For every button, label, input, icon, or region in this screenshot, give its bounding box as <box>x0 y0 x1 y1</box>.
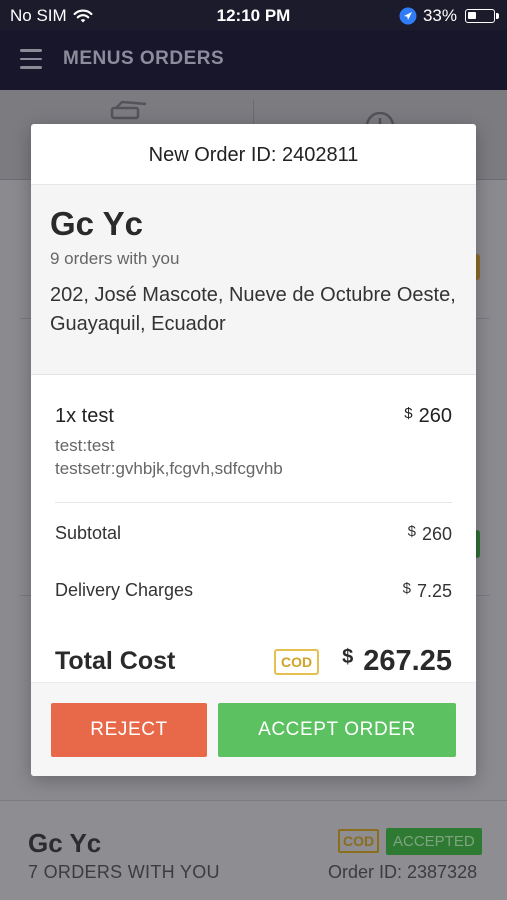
location-icon <box>399 7 417 25</box>
subtotal-row: Subtotal $260 <box>55 503 452 560</box>
app-title: MENUS ORDERS <box>63 48 225 69</box>
delivery-icon <box>110 100 147 120</box>
customer-address: 202, José Mascote, Nueve de Octubre Oest… <box>50 284 456 335</box>
delivery-label: Delivery Charges <box>55 580 194 600</box>
item-title: 1x test <box>55 405 114 427</box>
total-value: $267.25 <box>342 645 452 678</box>
currency-symbol: $ <box>342 646 354 668</box>
subtotal-label: Subtotal <box>55 523 122 543</box>
reject-button[interactable]: REJECT <box>51 703 207 757</box>
total-amount: 267.25 <box>363 645 452 677</box>
order-details: 1x test $260 test:test testsetr:gvhbjk,f… <box>31 375 476 689</box>
status-bar: No SIM 12:10 PM 33% <box>0 0 507 30</box>
battery-icon <box>465 9 499 23</box>
delivery-amount: 7.25 <box>416 581 452 601</box>
background-cod-badge: COD <box>338 829 380 853</box>
subtotal-value: $260 <box>408 523 452 545</box>
currency-symbol: $ <box>404 405 413 422</box>
cod-badge: COD <box>274 649 320 675</box>
status-right: 33% <box>399 6 499 26</box>
delivery-value: $7.25 <box>403 580 452 602</box>
item-price-value: 260 <box>418 405 452 427</box>
delivery-row: Delivery Charges $7.25 <box>55 560 452 617</box>
item-option: testsetr:gvhbjk,fcgvh,sdfcgvhb <box>55 459 283 478</box>
customer-name: Gc Yc <box>50 205 143 242</box>
currency-symbol: $ <box>402 580 411 597</box>
item-option: test:test <box>55 436 115 455</box>
total-row: Total Cost COD $267.25 <box>55 617 452 689</box>
app-header: MENUS ORDERS <box>0 30 507 90</box>
background-customer-name: Gc Yc <box>28 828 102 858</box>
menu-icon[interactable] <box>20 49 42 69</box>
total-label: Total Cost <box>55 647 176 675</box>
battery-percent: 33% <box>422 6 457 25</box>
background-order-id: Order ID: 2387328 <box>328 862 478 882</box>
accept-order-button[interactable]: ACCEPT ORDER <box>218 703 456 757</box>
background-status-badge: ACCEPTED <box>386 828 482 855</box>
item-price: $260 <box>404 405 452 428</box>
dialog-actions: REJECT ACCEPT ORDER <box>31 682 476 776</box>
customer-orders-count: 9 orders with you <box>50 249 180 268</box>
currency-symbol: $ <box>407 523 416 540</box>
subtotal-amount: 260 <box>421 524 452 544</box>
new-order-dialog: New Order ID: 2402811 Gc Yc 9 orders wit… <box>31 124 476 776</box>
background-orders-count: 7 ORDERS WITH YOU <box>28 862 220 882</box>
customer-section: Gc Yc 9 orders with you 202, José Mascot… <box>31 185 476 375</box>
dialog-title: New Order ID: 2402811 <box>31 124 476 185</box>
order-item: 1x test $260 test:test testsetr:gvhbjk,f… <box>55 375 452 503</box>
